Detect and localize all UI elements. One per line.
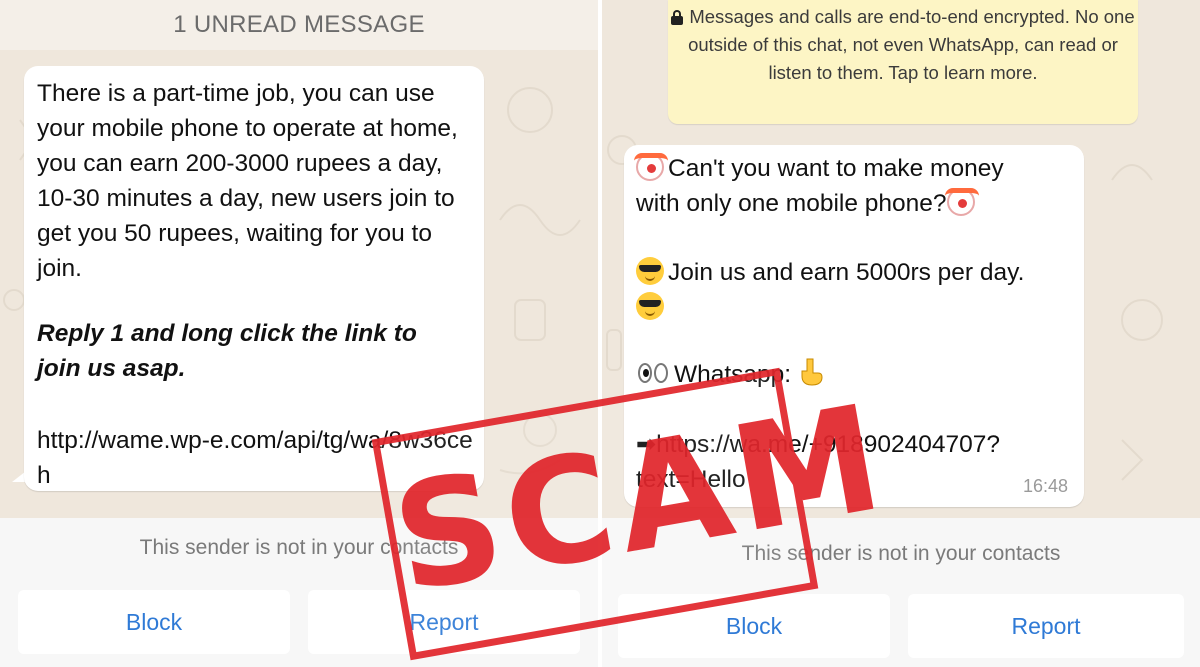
- message-line: Join us and earn 5000rs per day.: [636, 255, 1076, 290]
- message-line-2: with only one mobile phone?: [636, 190, 947, 217]
- sunglasses-emoji-icon: [636, 257, 664, 285]
- clown-emoji-icon: [634, 153, 668, 181]
- sunglasses-emoji-icon: [636, 292, 664, 320]
- message-timestamp: 16:48: [1022, 476, 1068, 496]
- message-line-1: Can't you want to make money: [668, 155, 1004, 182]
- message-line: Can't you want to make money: [634, 151, 1076, 186]
- encryption-notice[interactable]: Messages and calls are end-to-end encryp…: [668, 0, 1138, 124]
- lock-icon: [671, 10, 684, 25]
- report-button[interactable]: Report: [908, 594, 1184, 658]
- message-line: with only one mobile phone?: [636, 186, 1076, 221]
- clown-emoji-icon: [944, 188, 979, 216]
- eyes-emoji-icon: [636, 359, 670, 387]
- encryption-notice-text: Messages and calls are end-to-end encryp…: [688, 6, 1135, 83]
- message-line: [636, 290, 1076, 325]
- incoming-message-bubble[interactable]: There is a part-time job, you can use yo…: [24, 66, 484, 491]
- block-button[interactable]: Block: [18, 590, 290, 654]
- message-body-text: There is a part-time job, you can use yo…: [37, 80, 458, 282]
- message-line-3: Join us and earn 5000rs per day.: [668, 259, 1025, 286]
- unread-messages-banner: 1 UNREAD MESSAGE: [0, 0, 598, 50]
- message-emphasis-text: Reply 1 and long click the link to join …: [37, 320, 417, 382]
